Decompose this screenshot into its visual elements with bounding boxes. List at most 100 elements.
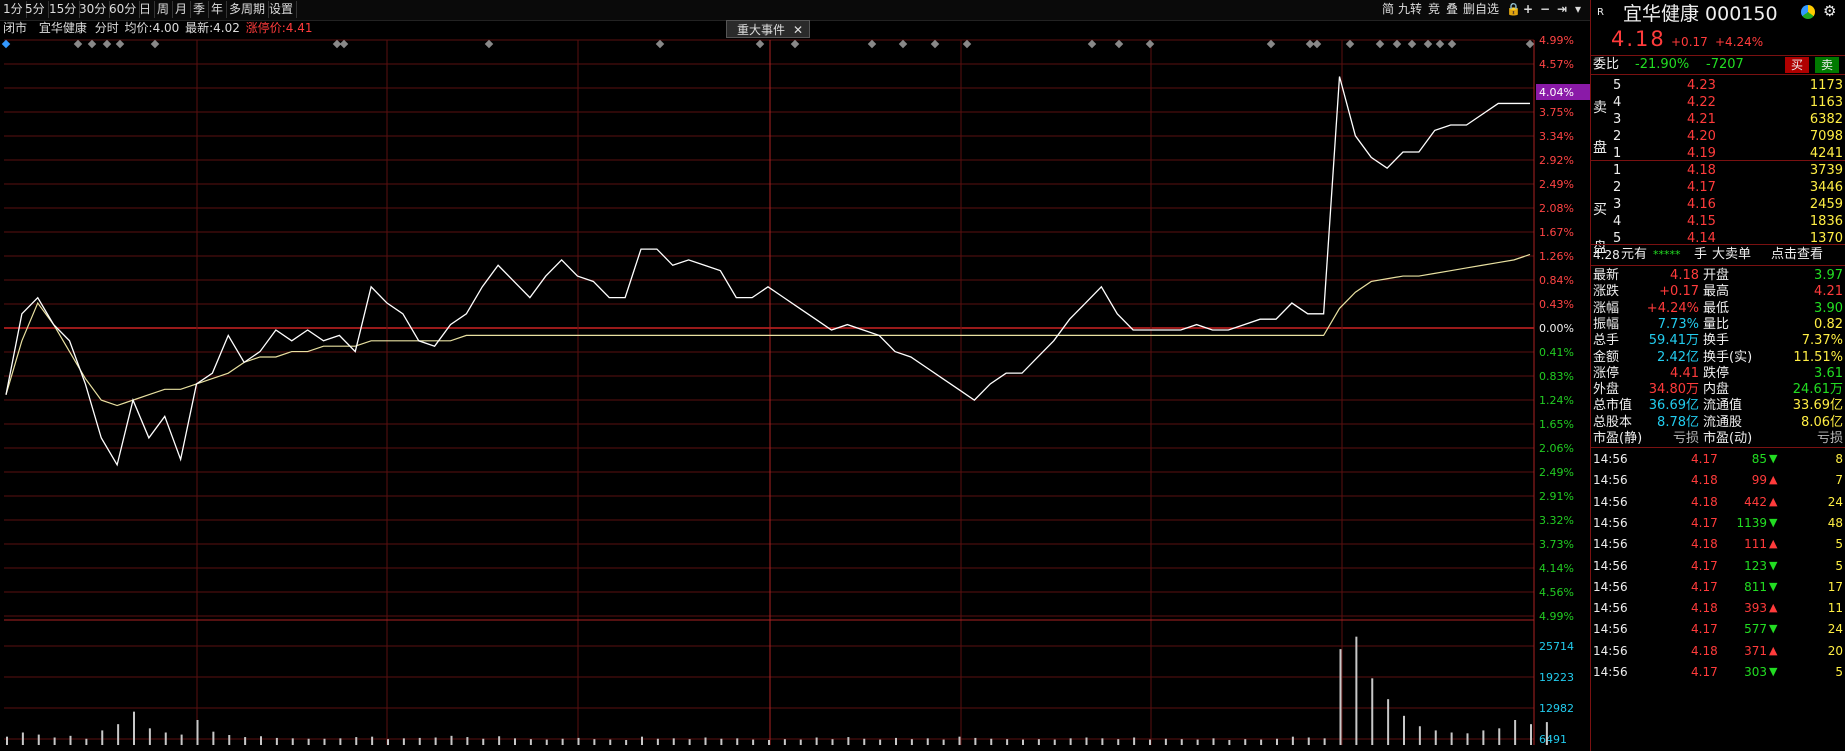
gear-icon[interactable]: ⚙ <box>1823 3 1836 19</box>
ask-price: 4.22 <box>1687 95 1716 110</box>
event-marker[interactable] <box>1435 39 1445 49</box>
event-marker[interactable] <box>1145 39 1155 49</box>
tick-count: 48 <box>1827 515 1843 530</box>
price-axis-label: 2.91% <box>1539 490 1574 503</box>
volume-bar <box>101 730 104 745</box>
tool-btn-3[interactable]: 叠 <box>1444 1 1460 18</box>
tool-btn-0[interactable]: 简 <box>1380 1 1396 18</box>
price-axis-label: 3.75% <box>1539 106 1574 119</box>
event-marker[interactable] <box>1423 39 1433 49</box>
event-marker[interactable] <box>115 39 125 49</box>
tool-btn-1[interactable]: 九转 <box>1396 1 1424 18</box>
volume-bar <box>736 738 739 745</box>
volume-bar <box>1212 738 1215 745</box>
period-btn-11[interactable]: 设置 <box>266 1 298 18</box>
pin-icon[interactable]: ⇥ <box>1555 1 1569 18</box>
event-marker[interactable] <box>790 39 800 49</box>
event-marker[interactable] <box>1525 39 1535 49</box>
event-marker[interactable] <box>73 39 83 49</box>
stat-value: 4.41 <box>1670 365 1699 381</box>
arrow-down-icon: ▼ <box>1769 452 1778 465</box>
arrow-up-icon: ▲ <box>1769 473 1778 487</box>
period-btn-5[interactable]: 日 <box>136 1 156 18</box>
pie-icon[interactable] <box>1801 5 1815 19</box>
volume-bar <box>577 737 580 745</box>
volume-bar <box>1371 678 1374 745</box>
stat-value: 3.90 <box>1814 300 1843 316</box>
event-marker[interactable] <box>484 39 494 49</box>
volume-bar <box>831 739 834 745</box>
event-marker[interactable] <box>1087 39 1097 49</box>
intraday-chart[interactable]: 4.99% 4.57% 4.04% 3.75% 3.34% 2.92% 2.49% 2.08%… <box>0 0 1590 751</box>
event-marker[interactable] <box>867 39 877 49</box>
event-marker[interactable] <box>755 39 765 49</box>
price-axis-label: 1.65% <box>1539 418 1574 431</box>
stat-label: 最新 <box>1593 268 1620 283</box>
event-marker[interactable] <box>1447 39 1457 49</box>
tick-volume: 442 <box>1744 494 1767 509</box>
volume-bar <box>1403 715 1405 745</box>
period-btn-6[interactable]: 周 <box>154 1 174 18</box>
volume-bar <box>1339 649 1342 745</box>
tick-price: 4.18 <box>1691 537 1718 552</box>
tool-btn-2[interactable]: 竞 <box>1426 1 1442 18</box>
volume-bar <box>1101 738 1104 745</box>
major-events-tab[interactable]: 重大事件 ✕ <box>726 20 810 38</box>
stat-label: 涨幅 <box>1593 300 1620 316</box>
volume-bar <box>1276 738 1278 745</box>
volume-bar <box>529 739 532 745</box>
event-marker[interactable] <box>1312 39 1322 49</box>
event-marker[interactable] <box>655 39 665 49</box>
event-marker[interactable] <box>1407 39 1417 49</box>
plus-icon[interactable]: + <box>1521 1 1535 18</box>
minus-icon[interactable]: − <box>1538 1 1552 18</box>
weibi-pct: -21.90% <box>1635 57 1690 72</box>
limit-up-label: 涨停价: <box>245 21 286 35</box>
price-axis-label: 2.92% <box>1539 154 1574 167</box>
event-marker[interactable] <box>1392 39 1402 49</box>
stat-value: 33.69亿 <box>1792 398 1843 414</box>
event-marker[interactable] <box>930 39 940 49</box>
dropdown-icon[interactable]: ▾ <box>1573 1 1583 18</box>
tick-volume: 371 <box>1744 643 1767 658</box>
stat-label: 量比 <box>1703 316 1730 332</box>
event-marker[interactable] <box>150 39 160 49</box>
arrow-down-icon: ▼ <box>1769 622 1778 636</box>
tick-time: 14:56 <box>1593 579 1628 594</box>
event-marker[interactable] <box>102 39 112 49</box>
period-btn-10[interactable]: 多周期 <box>226 1 270 18</box>
sell-side-label: 盘 <box>1593 140 1607 156</box>
period-btn-9[interactable]: 年 <box>208 1 228 18</box>
stat-label: 最低 <box>1703 300 1730 316</box>
volume-bar <box>625 740 628 745</box>
event-marker[interactable] <box>1375 39 1385 49</box>
period-btn-1[interactable]: 5分 <box>22 1 49 18</box>
event-marker[interactable] <box>1266 39 1276 49</box>
sell-button[interactable]: 卖 <box>1815 57 1840 73</box>
event-marker[interactable] <box>1345 39 1355 49</box>
tool-btn-4[interactable]: 删自选 <box>1461 1 1501 18</box>
close-icon[interactable]: ✕ <box>793 21 803 39</box>
event-marker[interactable] <box>87 39 97 49</box>
stat-value: 亏损 <box>1672 431 1699 446</box>
buy-button[interactable]: 买 <box>1785 57 1810 73</box>
event-marker[interactable] <box>1 39 11 49</box>
period-btn-7[interactable]: 月 <box>172 1 192 18</box>
volume-bar <box>434 737 437 745</box>
stat-label: 振幅 <box>1593 316 1620 332</box>
event-marker[interactable] <box>962 39 972 49</box>
volume-bar <box>656 738 659 745</box>
tick-price: 4.18 <box>1691 643 1718 658</box>
volume-bar <box>339 738 342 745</box>
period-btn-8[interactable]: 季 <box>190 1 210 18</box>
tick-count: 5 <box>1835 537 1843 552</box>
volume-bar <box>148 728 151 745</box>
event-marker[interactable] <box>898 39 908 49</box>
event-marker[interactable] <box>339 39 349 49</box>
stat-label: 流通值 <box>1703 398 1743 414</box>
event-marker[interactable] <box>1114 39 1124 49</box>
chart-type-label: 分时 <box>94 21 119 35</box>
tick-time: 14:56 <box>1593 515 1628 530</box>
tick-price: 4.18 <box>1691 601 1718 616</box>
big-order-link[interactable]: 点击查看 <box>1771 247 1823 263</box>
